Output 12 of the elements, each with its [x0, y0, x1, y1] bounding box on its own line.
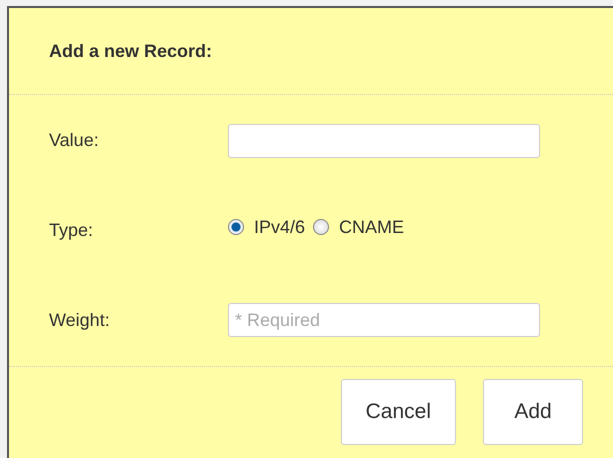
radio-option[interactable]: IPv4/6 — [228, 216, 306, 238]
field-label: Weight: — [49, 310, 111, 331]
dialog-title: Add a new Record: — [49, 40, 212, 62]
radio-option[interactable]: CNAME — [313, 216, 404, 238]
radio-unselected-icon[interactable] — [313, 219, 330, 236]
radio-selected-icon[interactable] — [228, 219, 244, 236]
input-field[interactable] — [228, 124, 540, 158]
cancel-button[interactable]: Cancel — [340, 379, 456, 445]
add-button[interactable]: Add — [483, 379, 583, 445]
field-label: Value: — [49, 130, 100, 152]
field-label: Type: — [49, 220, 94, 241]
input-field[interactable]: * Required — [228, 303, 540, 338]
